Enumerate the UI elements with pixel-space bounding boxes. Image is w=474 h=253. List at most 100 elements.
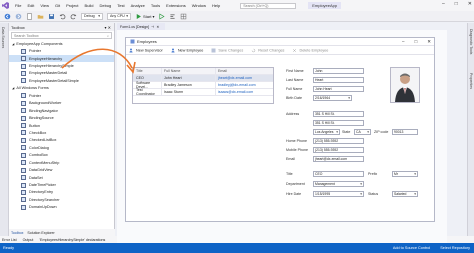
city-select[interactable]: Los Angeles <box>313 129 340 135</box>
menu-window[interactable]: Window <box>192 3 206 8</box>
prefix-select[interactable]: Mr <box>392 171 418 177</box>
toolbox-item[interactable]: ComboBox <box>9 152 114 159</box>
open-folder-icon[interactable] <box>37 13 44 20</box>
toolbox-item[interactable]: ColorDialog <box>9 144 114 151</box>
toolbox-item[interactable]: DateTimePicker <box>9 181 114 188</box>
birth-date-picker[interactable]: 2/16/1964 <box>313 95 352 101</box>
undo-icon[interactable] <box>59 13 66 20</box>
data-sources-tab[interactable]: Data Sources <box>1 27 5 48</box>
toolbox-item[interactable]: BindingSource <box>9 114 114 121</box>
mobile-phone-field[interactable]: (213) 555-9392 <box>313 147 364 153</box>
row-email[interactable]: isaacs@dx-email.com <box>215 89 273 95</box>
title-field[interactable]: CEO <box>313 171 364 177</box>
close-icon[interactable]: ✕ <box>468 1 472 7</box>
tab-solution-explorer[interactable]: Solution Explorer <box>27 231 54 235</box>
back-icon[interactable] <box>4 13 11 20</box>
home-phone-field[interactable]: (213) 555-9392 <box>313 138 364 144</box>
address-field[interactable]: 351 S Hill St. <box>313 111 364 117</box>
toolbox-item[interactable]: DirectorySearcher <box>9 196 114 203</box>
component-icon <box>21 100 26 106</box>
toolbox-item[interactable]: EmployeeMasterDetailSimple <box>9 77 114 84</box>
new-file-icon[interactable] <box>26 12 33 20</box>
tab-declarations[interactable]: 'EmployeesHierarchySimple' declarations <box>39 238 105 242</box>
menu-extensions[interactable]: Extensions <box>166 3 186 8</box>
toolbox-item[interactable]: Pointer <box>9 92 114 99</box>
hire-date-picker[interactable]: 1/15/1995 <box>313 191 364 197</box>
grid-icon[interactable] <box>180 13 187 20</box>
menu-edit[interactable]: Edit <box>27 3 34 8</box>
table-row[interactable]: Test Coordinator Isaac Sturm isaacs@dx-e… <box>133 88 273 96</box>
toolbox-category[interactable]: ◢ All Windows Forms <box>9 85 114 92</box>
form-close-icon[interactable]: ✕ <box>427 39 431 45</box>
minimize-icon[interactable]: – <box>442 1 445 7</box>
menu-view[interactable]: View <box>40 3 49 8</box>
toolbox-item[interactable]: Button <box>9 122 114 129</box>
status-select[interactable]: Salaried <box>392 191 418 197</box>
delete-employee-button[interactable]: Delete Employee <box>292 48 328 53</box>
column-full-name[interactable]: Full Name <box>161 68 215 74</box>
address-line2-field[interactable]: 351 S Hill St. <box>313 120 364 126</box>
panel-options-icon[interactable]: ▾ ✕ <box>105 25 111 30</box>
full-name-field[interactable]: John Heart <box>313 86 364 92</box>
employee-tree-list[interactable]: Title Full Name Email CEO John Heart jhe… <box>132 67 274 104</box>
expand-icon[interactable]: ◢ <box>12 86 14 90</box>
configuration-select[interactable]: Debug ▾ <box>81 12 103 20</box>
save-changes-button[interactable]: Save Changes <box>211 48 243 53</box>
reset-changes-button[interactable]: Reset Changes <box>251 48 284 53</box>
start-button[interactable]: Start ▾ <box>135 13 154 20</box>
toolbox-item[interactable]: DataSet <box>9 174 114 181</box>
tab-form-designer[interactable]: Form1.cs [Design] ⊣ ✕ <box>117 23 165 30</box>
menu-project[interactable]: Project <box>66 3 78 8</box>
component-icon <box>21 123 26 129</box>
row-email[interactable]: jheart@dx-email.com <box>215 75 273 81</box>
tab-toolbox[interactable]: Toolbox <box>11 231 23 235</box>
run-without-debug-icon[interactable] <box>158 13 166 20</box>
search-box[interactable]: Search (Ctrl+Q) <box>240 2 297 9</box>
menu-build[interactable]: Build <box>85 3 94 8</box>
toolbox-item[interactable]: ContextMenuStrip <box>9 159 114 166</box>
diagnostic-tools-tab[interactable]: Diagnostic Tools <box>469 29 473 54</box>
toolbox-category[interactable]: ◢ EmployeeApp Components <box>9 40 114 47</box>
first-name-field[interactable]: John <box>313 68 364 74</box>
properties-tab[interactable]: Properties <box>469 73 473 89</box>
tab-error-list[interactable]: Error List <box>2 238 17 242</box>
toolbox-item[interactable]: CheckBox <box>9 129 114 136</box>
menu-file[interactable]: File <box>15 3 21 8</box>
toolbox-item[interactable]: BindingNavigator <box>9 107 114 114</box>
expand-icon[interactable]: ◢ <box>12 42 14 46</box>
redo-icon[interactable] <box>70 13 77 20</box>
menu-help[interactable]: Help <box>212 3 220 8</box>
row-email[interactable]: bradleyj@dx-email.com <box>215 82 273 88</box>
toolbox-item[interactable]: DataGridView <box>9 166 114 173</box>
toolbox-item[interactable]: DomainUpDown <box>9 204 114 211</box>
save-icon[interactable] <box>48 13 55 20</box>
menu-tools[interactable]: Tools <box>151 3 160 8</box>
forward-icon[interactable] <box>15 13 22 20</box>
department-select[interactable]: Management <box>313 181 364 187</box>
form-minimize-icon[interactable]: – <box>402 39 405 45</box>
new-employee-button[interactable]: New Employee <box>171 48 203 53</box>
pin-icon[interactable]: ⊣ <box>151 25 154 29</box>
menu-test[interactable]: Test <box>117 3 124 8</box>
tab-output[interactable]: Output <box>23 238 34 242</box>
maximize-icon[interactable]: □ <box>455 1 458 7</box>
menu-debug[interactable]: Debug <box>99 3 111 8</box>
menu-git[interactable]: Git <box>55 3 60 8</box>
toolbox-item[interactable]: DirectoryEntry <box>9 189 114 196</box>
add-to-source-control-button[interactable]: Add to Source Control <box>393 246 430 250</box>
toolbox-item[interactable]: BackgroundWorker <box>9 100 114 107</box>
toolbox-search-input[interactable]: Search Toolbox ⌕ <box>11 32 112 39</box>
close-tab-icon[interactable]: ✕ <box>156 25 159 29</box>
column-email[interactable]: Email <box>215 68 273 74</box>
employees-form[interactable]: Employees – □ ✕ New Supervisor New Emplo… <box>125 37 435 222</box>
last-name-field[interactable]: Heart <box>313 77 364 83</box>
select-repository-button[interactable]: Select Repository <box>440 246 470 250</box>
state-select[interactable]: CA <box>354 129 371 135</box>
form-maximize-icon[interactable]: □ <box>415 39 418 45</box>
toolbox-item[interactable]: CheckedListBox <box>9 137 114 144</box>
menu-analyze[interactable]: Analyze <box>131 3 145 8</box>
zip-field[interactable]: 90013 <box>392 129 418 135</box>
email-field[interactable]: jheart@dx-email.com <box>313 156 364 162</box>
platform-select[interactable]: Any CPU ▾ <box>107 12 131 20</box>
align-icon[interactable] <box>169 13 176 20</box>
